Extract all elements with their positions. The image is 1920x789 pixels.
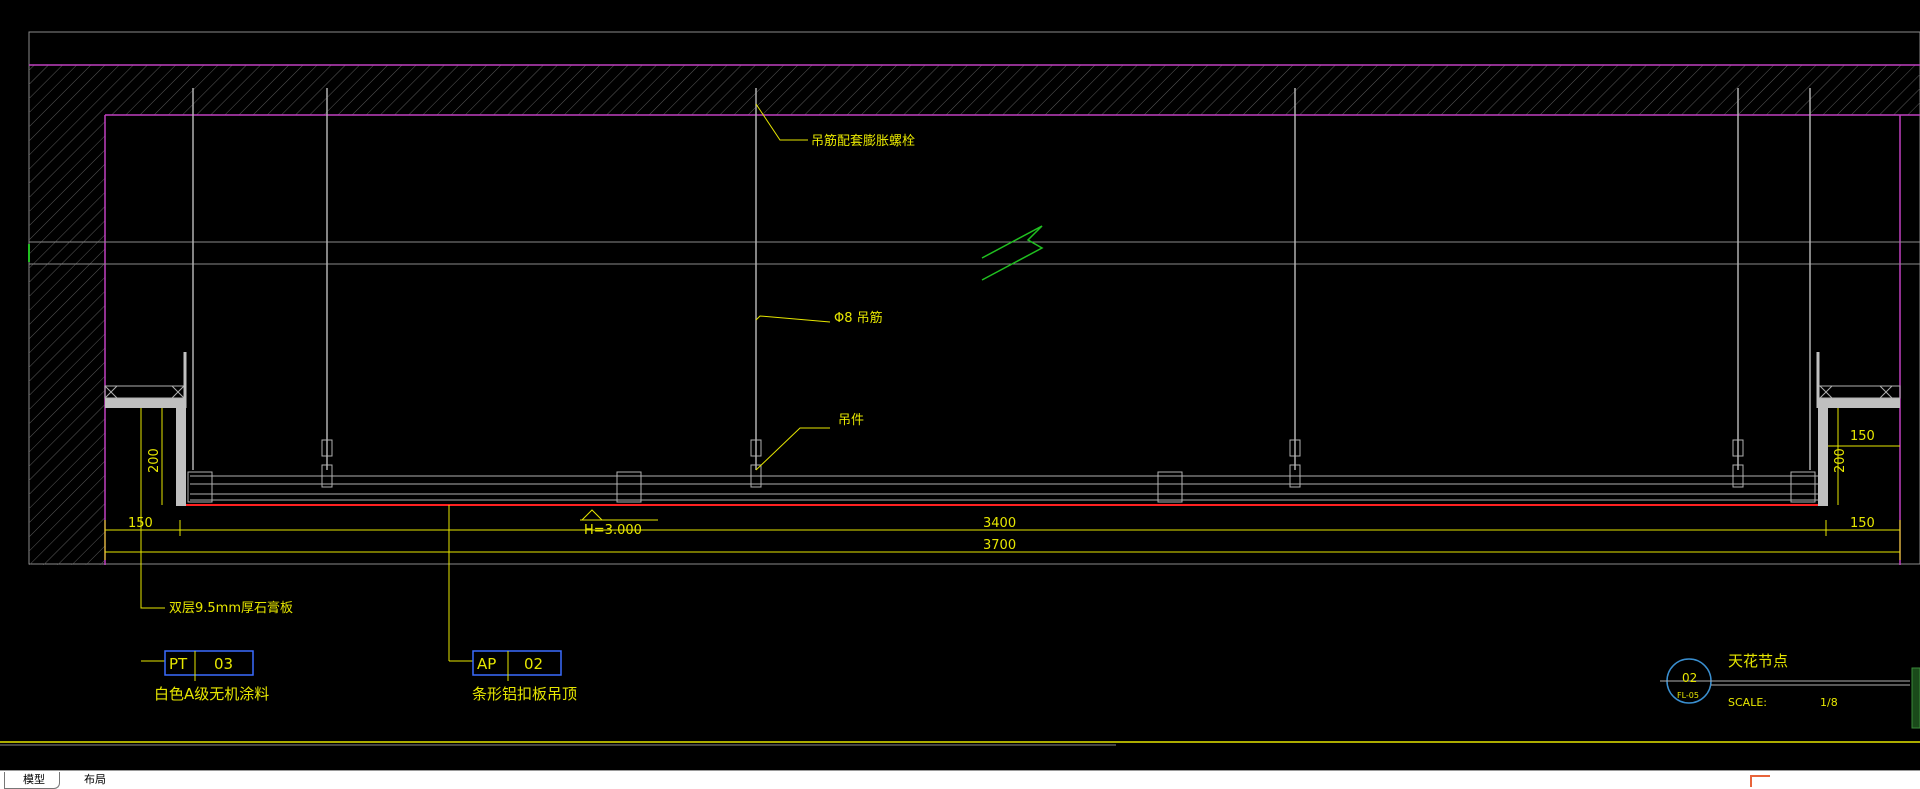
detail-title: 天花节点 [1728, 652, 1788, 670]
tag-code: AP [477, 655, 496, 673]
status-indicator-icon [1750, 775, 1770, 787]
tag-number: 02 [524, 655, 543, 673]
hanger-fittings [321, 439, 1744, 488]
cad-drawing-canvas[interactable]: 吊筋配套膨胀螺栓 Φ8 吊筋 吊件 双层9.5mm厚石膏板 150 150 15… [0, 0, 1920, 770]
tag-ap-02[interactable]: AP 02 条形铝扣板吊顶 [472, 650, 577, 703]
tag-description: 条形铝扣板吊顶 [472, 685, 577, 703]
annotation-gypsum: 双层9.5mm厚石膏板 [169, 600, 293, 616]
scale-value: 1/8 [1820, 696, 1838, 709]
detail-title-block: 02 FL-05 天花节点 SCALE: 1/8 [1660, 652, 1920, 729]
break-mark-icon [981, 225, 1044, 281]
sheet-border [0, 741, 1920, 746]
dim-left-height: 200 [147, 448, 162, 473]
left-wall [29, 115, 106, 565]
tab-layout[interactable]: 布局 [66, 772, 120, 788]
annotation-bolt: 吊筋配套膨胀螺栓 [811, 133, 915, 149]
detail-number: 02 [1682, 671, 1697, 685]
dim-elevation: H=3.000 [584, 523, 642, 538]
annotation-hanger: 吊件 [838, 413, 864, 428]
layout-tab-bar: 模型 布局 [0, 770, 1920, 789]
dim-inner-span: 3400 [983, 516, 1016, 531]
carrier-channel [190, 475, 1820, 501]
tab-model[interactable]: 模型 [4, 772, 60, 789]
dim-right-offset: 150 [1850, 516, 1875, 531]
tag-pt-03[interactable]: PT 03 白色A级无机涂料 [154, 650, 269, 703]
dim-left-offset: 150 [128, 516, 153, 531]
dim-total-span: 3700 [983, 538, 1016, 553]
detail-sheet-ref: FL-05 [1677, 691, 1699, 700]
leaders [140, 103, 831, 662]
dim-right-height: 200 [1833, 448, 1848, 473]
scale-label: SCALE: [1728, 696, 1767, 709]
dim-right-top: 150 [1850, 429, 1875, 444]
tag-code: PT [169, 655, 188, 673]
annotation-rod: Φ8 吊筋 [834, 310, 883, 326]
hanger-rods [192, 88, 1811, 470]
tag-number: 03 [214, 655, 233, 673]
tag-description: 白色A级无机涂料 [154, 685, 269, 703]
break-band [28, 241, 1920, 265]
concrete-slab [29, 64, 1920, 116]
left-bulkhead [104, 352, 187, 506]
